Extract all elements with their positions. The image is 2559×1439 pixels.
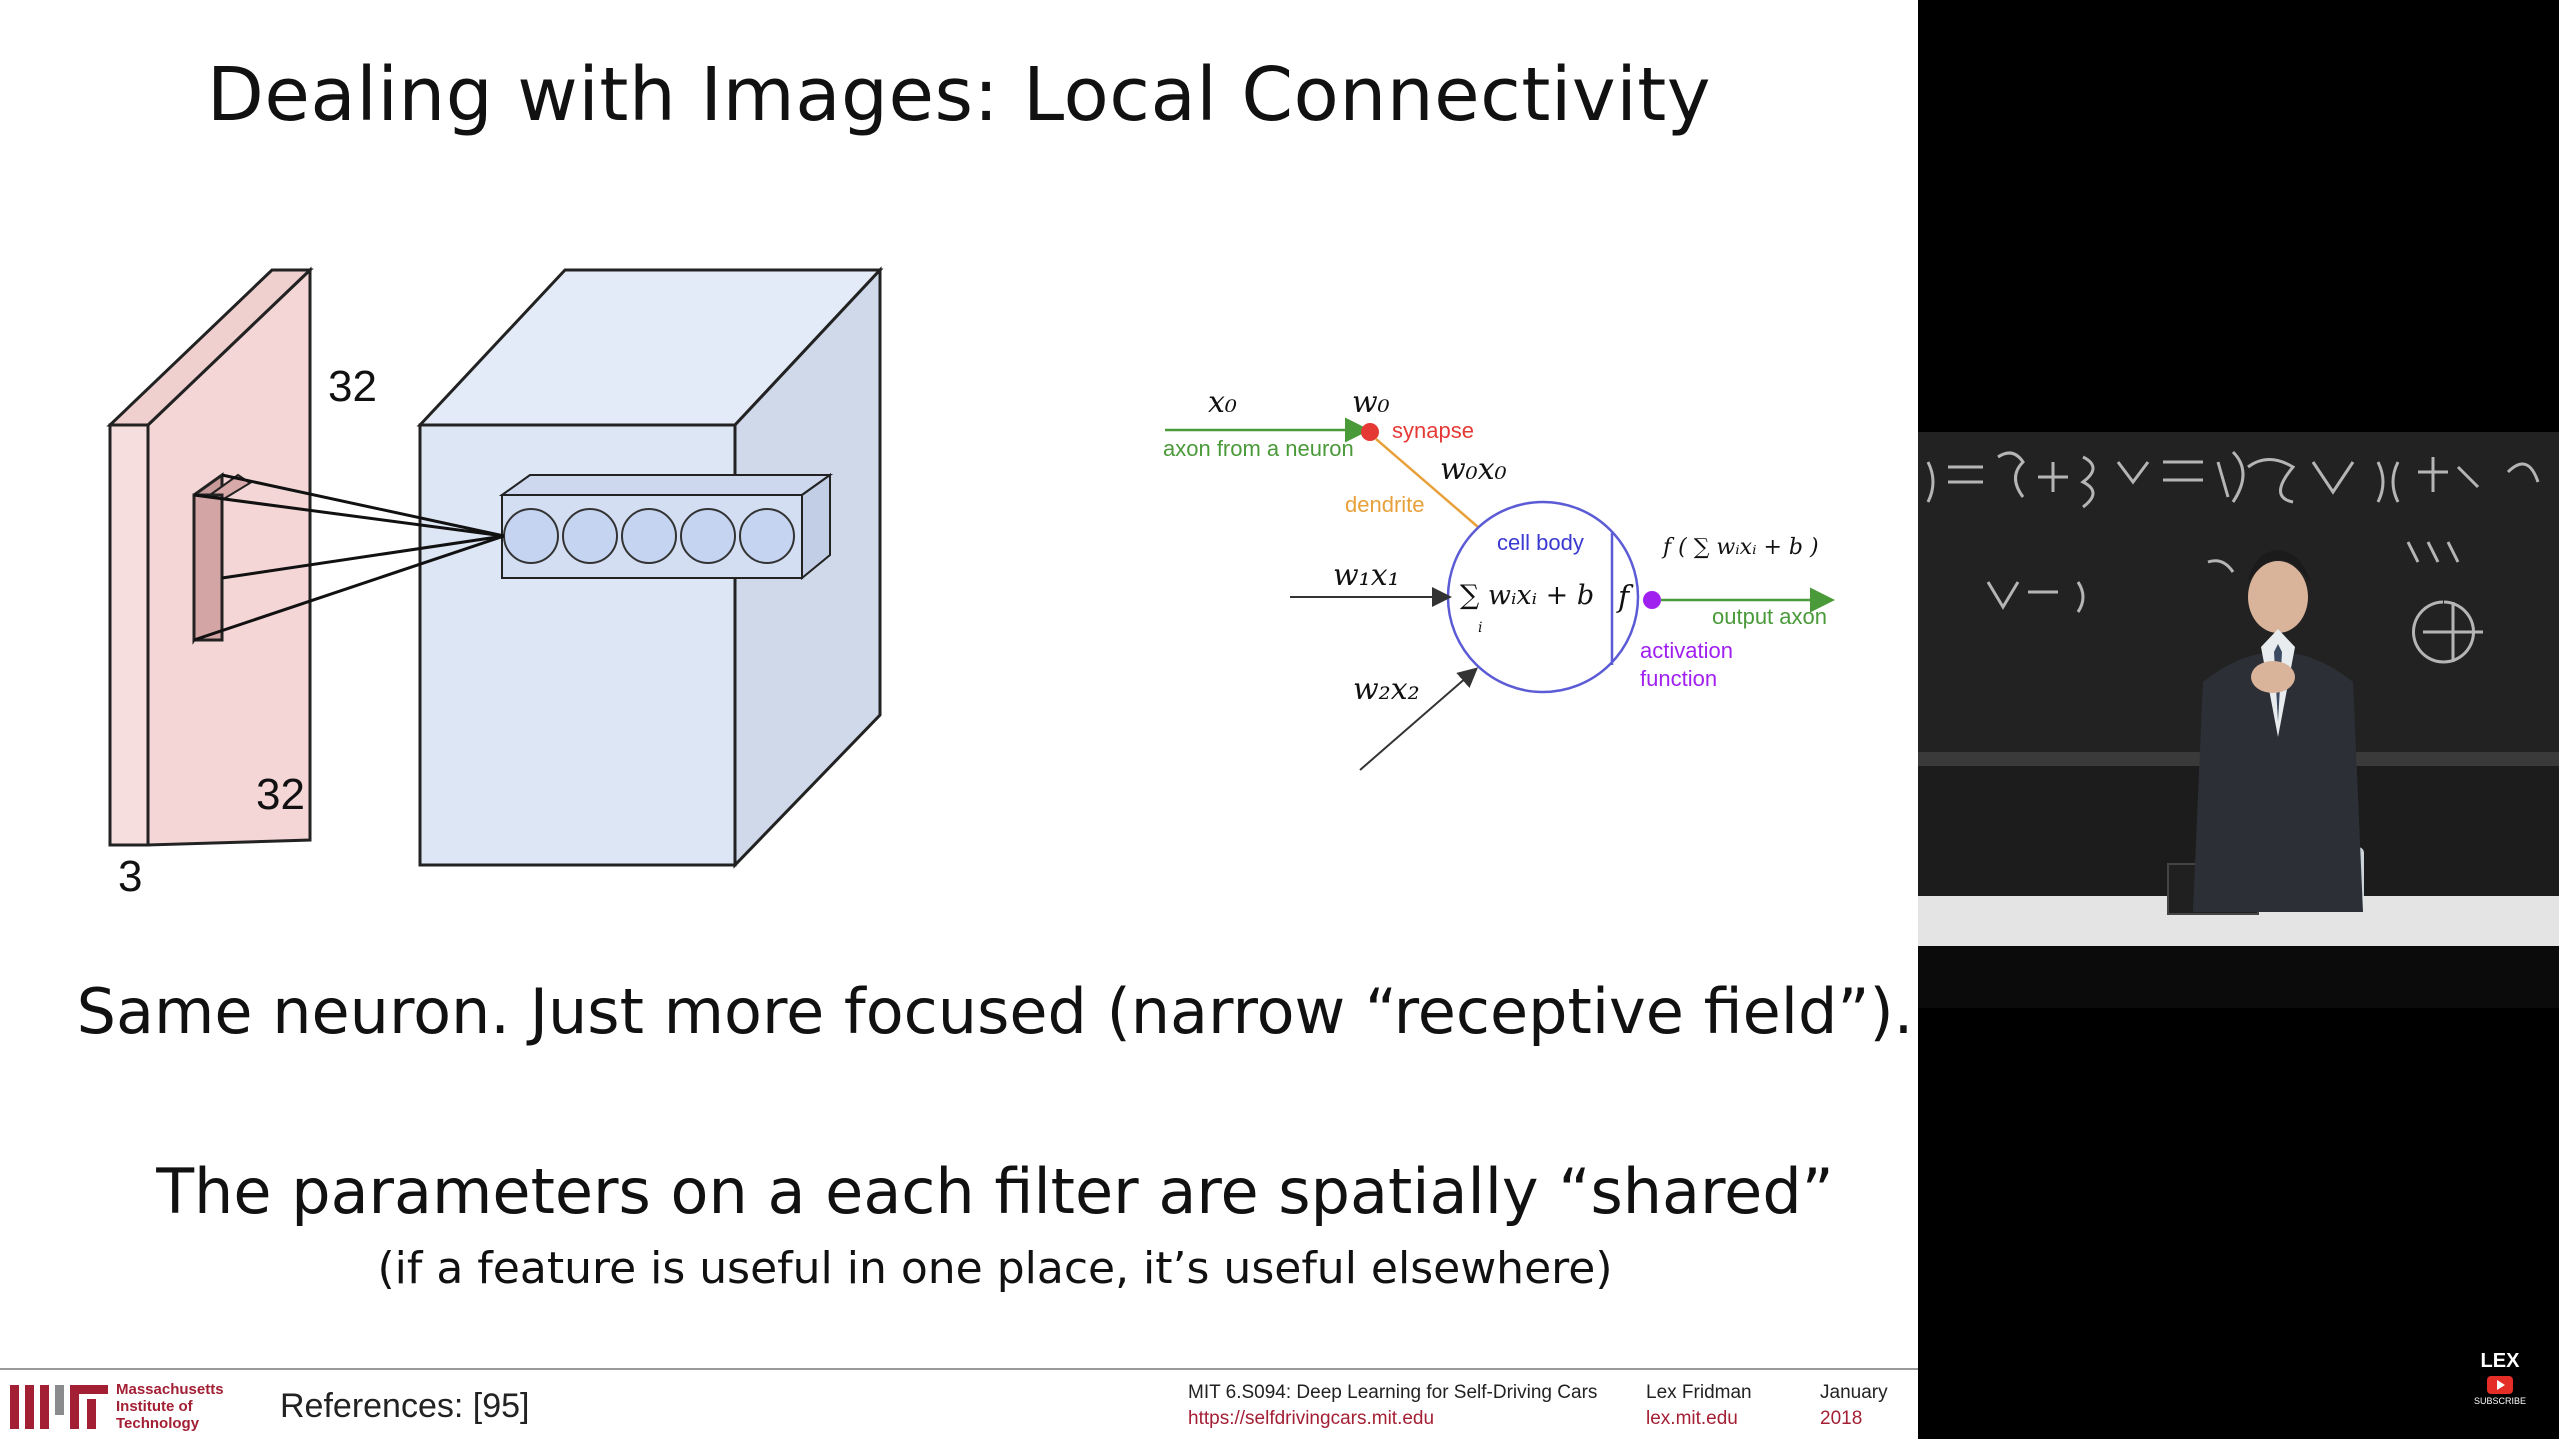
x0-label: x₀ [1208,385,1237,420]
input-slab-face [146,266,312,847]
date-info: January 2018 [1820,1380,1888,1432]
function-word: function [1640,666,1718,691]
local-connectivity-diagram [106,266,884,869]
w0x0-label: w₀x₀ [1440,452,1507,487]
output-axon-label: output axon [1712,604,1827,629]
author-link[interactable]: lex.mit.edu [1646,1406,1752,1432]
references: References: [95] [280,1387,530,1425]
width-dimension: 32 [256,770,305,819]
cell-body-label: cell body [1497,530,1584,555]
channel-badge[interactable]: LEX SUBSCRIBE [2472,1350,2528,1406]
lecture-scene [1918,432,2559,1008]
subscribe-label: SUBSCRIBE [2473,1396,2526,1406]
author-name: Lex Fridman [1646,1382,1752,1403]
youtube-play-icon [2487,1376,2513,1394]
sum-expression: ∑ wᵢxᵢ + b [1460,580,1595,611]
depth-dimension: 3 [118,852,143,901]
channel-name: LEX [2480,1350,2520,1372]
lecture-video[interactable] [1918,432,2559,1008]
synapse-dot [1361,423,1379,441]
activation-word: activation [1640,638,1733,663]
year: 2018 [1820,1408,1863,1429]
w1x1-label: w₁x₁ [1333,558,1400,593]
course-link[interactable]: https://selfdrivingcars.mit.edu [1188,1406,1597,1432]
slide: Dealing with Images: Local Connectivity [0,0,1918,1439]
neuron-node [739,508,795,564]
activation-function-label: activation function [1640,637,1733,693]
input-slab-front [108,423,150,847]
synapse-label: synapse [1392,418,1474,443]
course-info: MIT 6.S094: Deep Learning for Self-Drivi… [1188,1380,1597,1432]
mit-name: Massachusetts Institute of Technology [116,1381,224,1432]
shared-note: (if a feature is useful in one place, it… [377,1243,1613,1294]
shared-line: The parameters on a each filter are spat… [156,1155,1834,1228]
institution-line: Technology [116,1415,200,1432]
neuron-node [680,508,736,564]
activation-f-label: f [1618,580,1630,615]
w2x2-label: w₂x₂ [1353,672,1420,707]
neuron-node [503,508,559,564]
activation-dot [1643,591,1661,609]
course-title: MIT 6.S094: Deep Learning for Self-Drivi… [1188,1382,1598,1403]
sum-index: i [1478,620,1483,636]
institution-line: Institute of [116,1398,193,1415]
slide-title: Dealing with Images: Local Connectivity [206,52,1712,138]
author-info: Lex Fridman lex.mit.edu [1646,1380,1752,1432]
output-formula: f ( ∑ wᵢxᵢ + b ) [1663,535,1819,560]
institution-line: Massachusetts [116,1381,224,1398]
axon-from-neuron-label: axon from a neuron [1163,436,1354,461]
height-dimension: 32 [328,362,377,411]
footer-divider [0,1368,1918,1370]
neuron-node [562,508,618,564]
statement-line: Same neuron. Just more focused (narrow “… [76,975,1914,1048]
month: January [1820,1382,1888,1403]
mit-logo-icon [10,1385,108,1429]
dendrite-label: dendrite [1345,492,1425,517]
w0-label: w₀ [1352,385,1390,420]
neuron-node [621,508,677,564]
